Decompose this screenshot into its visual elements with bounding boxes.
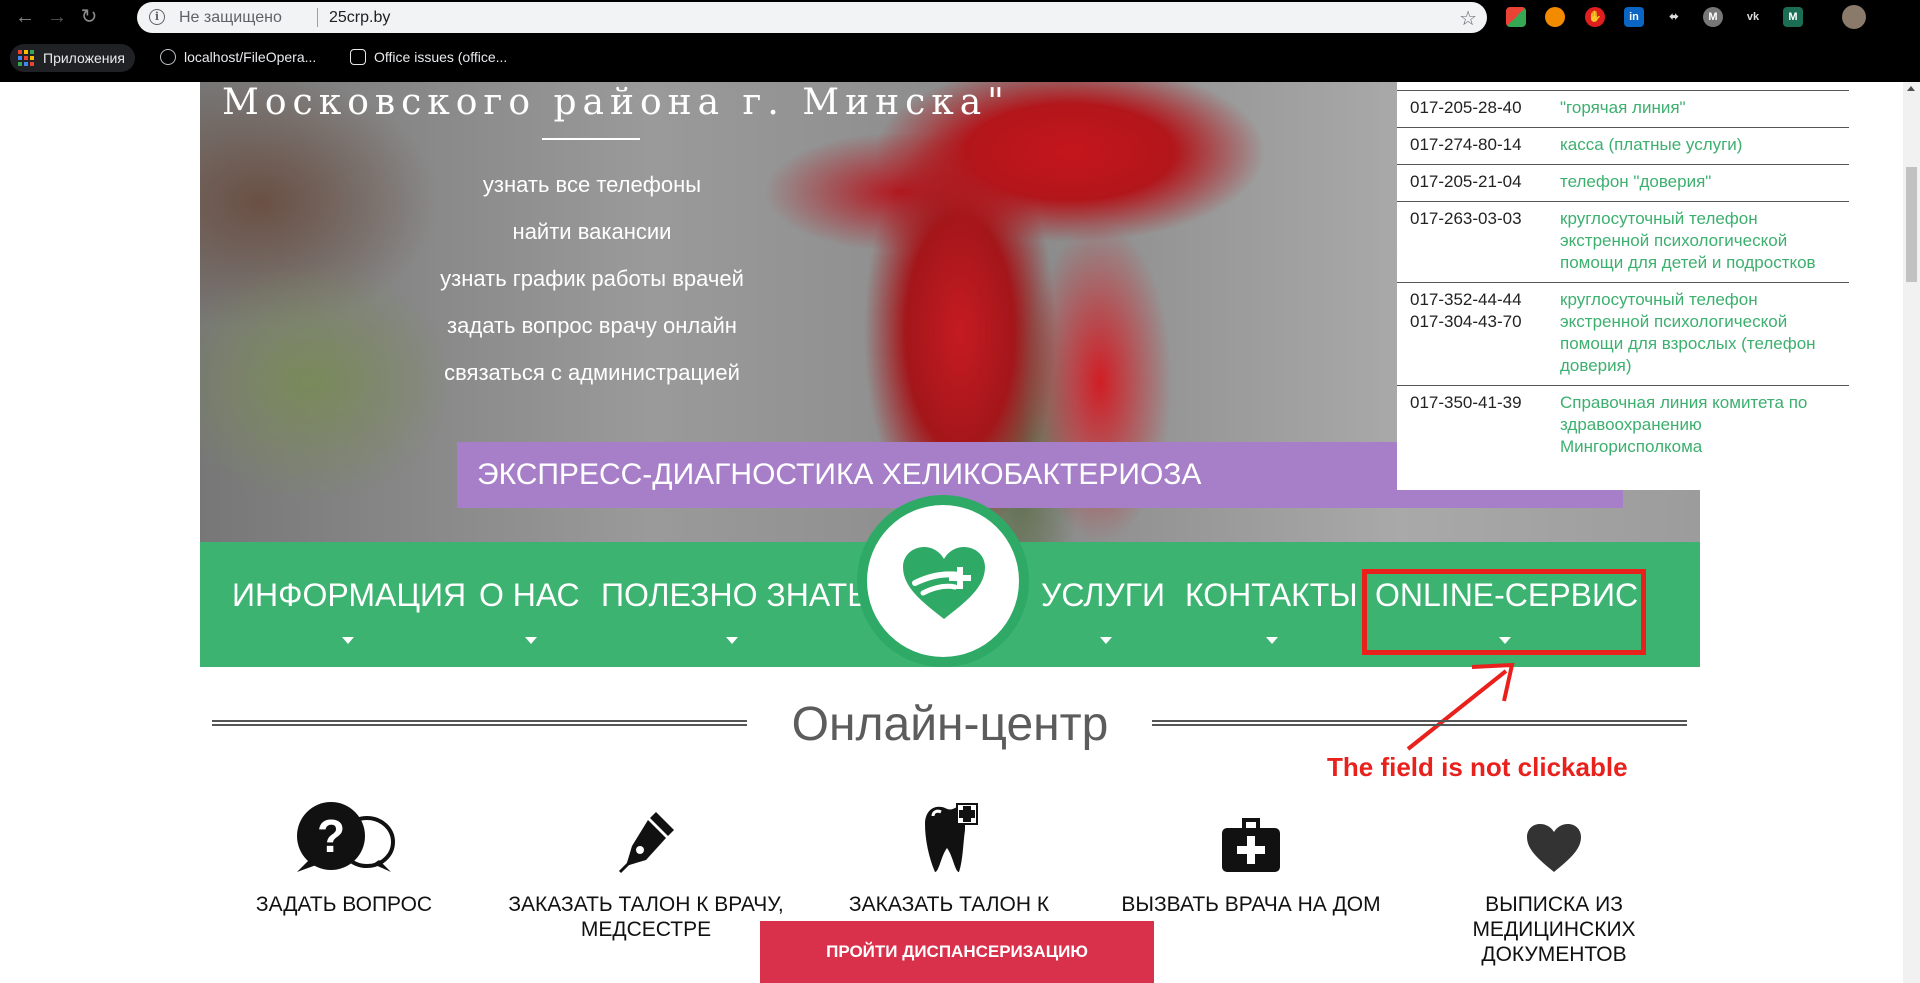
site-icon [350,49,366,65]
insecure-label: Не защищено [179,9,282,26]
phone-description: телефон "доверия" [1560,172,1712,191]
nav-useful[interactable]: ПОЛЕЗНО ЗНАТЬ [601,577,868,614]
address-bar[interactable]: i Не защищено 25crp.by ☆ [137,2,1487,33]
section-title: Онлайн-центр [791,698,1109,751]
extension-icon[interactable]: M [1703,7,1723,27]
phone-number[interactable]: 017-304-43-70 [1410,311,1522,333]
link-all-phones[interactable]: узнать все телефоны [292,172,892,198]
chevron-down-icon [1266,637,1278,644]
service-label: ВЫЗВАТЬ ВРАЧА НА ДОМ [1121,893,1381,916]
bookmarks-bar: Приложения localhost/FileOpera... Office… [0,35,1920,82]
svg-text:?: ? [317,810,345,862]
bookmark-label: Office issues (office... [374,49,508,65]
scroll-up-icon[interactable] [1907,86,1915,91]
phone-description: круглосуточный телефон экстренной психол… [1560,290,1816,375]
forward-arrow-icon[interactable]: → [46,6,68,28]
dispensary-exam-button[interactable]: ПРОЙТИ ДИСПАНСЕРИЗАЦИЮ [760,921,1154,983]
url-text[interactable]: 25crp.by [329,9,390,27]
phone-number[interactable]: 017-352-44-44 [1410,289,1522,311]
back-arrow-icon[interactable]: ← [14,6,36,28]
annotation-text: The field is not clickable [1327,752,1628,782]
phone-number[interactable]: 017-263-03-03 [1410,208,1522,230]
chevron-down-icon [1100,637,1112,644]
bookmark-localhost[interactable]: localhost/FileOpera... [160,49,316,65]
bookmark-apps[interactable]: Приложения [10,44,135,72]
linkedin-icon[interactable]: in [1624,7,1644,27]
browser-toolbar: ← → ↻ i Не защищено 25crp.by ☆ ✋ in ⬌ M … [0,0,1920,35]
bookmark-label: localhost/FileOpera... [184,49,317,65]
link-contact-admin[interactable]: связаться с администрацией [292,360,892,386]
phone-description: касса (платные услуги) [1560,135,1743,154]
phone-list-dropdown: 017-274-82-04 017-205-28-40 "горячая лин… [1397,82,1849,490]
phone-description: "горячая линия" [1560,98,1686,117]
service-label: ВЫПИСКА ИЗ МЕДИЦИНСКИХ ДОКУМЕНТОВ [1472,893,1636,966]
link-ask-doctor[interactable]: задать вопрос врачу онлайн [292,313,892,339]
divider [317,8,318,27]
extension-icon[interactable] [1545,7,1565,27]
extension-icon[interactable]: M [1783,7,1803,27]
heart-icon [1404,804,1704,874]
phone-row: 017-263-03-03 круглосуточный телефон экс… [1397,201,1849,282]
service-label: ЗАКАЗАТЬ ТАЛОН К ВРАЧУ, МЕДСЕСТРЕ [508,893,784,941]
apps-grid-icon [18,50,34,66]
info-icon[interactable]: i [149,9,165,25]
phone-row: 017-352-44-44 017-304-43-70 круглосуточн… [1397,282,1849,385]
divider [212,720,747,726]
phone-description: круглосуточный телефон экстренной психол… [1560,209,1816,272]
extension-icon[interactable]: ⬌ [1664,7,1684,27]
bookmark-star-icon[interactable]: ☆ [1459,6,1477,31]
phone-number[interactable]: 017-350-41-39 [1410,392,1522,414]
service-order-doctor-ticket[interactable]: ЗАКАЗАТЬ ТАЛОН К ВРАЧУ, МЕДСЕСТРЕ [496,804,796,942]
profile-avatar[interactable] [1842,5,1866,29]
service-label: ЗАДАТЬ ВОПРОС [255,893,433,916]
phone-number[interactable]: 017-205-28-40 [1410,97,1522,119]
phone-description: Справочная линия комитета по здравоохран… [1560,393,1808,456]
pen-icon [496,804,796,874]
annotation-arrow-icon [1406,662,1515,751]
nav-services[interactable]: УСЛУГИ [1041,577,1165,614]
nav-contacts[interactable]: КОНТАКТЫ [1185,577,1358,614]
phone-row: 017-274-82-04 [1397,82,1849,90]
link-vacancies[interactable]: найти вакансии [292,219,892,245]
heart-plus-logo-icon [903,547,985,619]
service-medical-documents[interactable]: ВЫПИСКА ИЗ МЕДИЦИНСКИХ ДОКУМЕНТОВ [1404,804,1704,967]
bookmark-office-issues[interactable]: Office issues (office... [350,49,507,65]
service-ask-question[interactable]: ? ЗАДАТЬ ВОПРОС [194,802,494,917]
annotation-highlight-box [1362,569,1646,655]
scroll-thumb[interactable] [1906,167,1917,282]
phone-row: 017-205-28-40 "горячая линия" [1397,90,1849,127]
chevron-down-icon [525,637,537,644]
phone-number[interactable]: 017-274-80-14 [1410,134,1522,156]
chevron-down-icon [342,637,354,644]
bookmark-label: Приложения [43,50,125,66]
nav-about[interactable]: О НАС [479,577,580,614]
tooth-icon [799,803,1099,874]
phone-number[interactable]: 017-205-21-04 [1410,171,1522,193]
medkit-icon [1101,804,1401,874]
nav-information[interactable]: ИНФОРМАЦИЯ [232,577,466,614]
vk-icon[interactable]: vk [1743,7,1763,27]
hero-banner: Московского района г. Минска" узнать все… [200,82,1849,542]
reload-icon[interactable]: ↻ [78,6,100,28]
title-underline [542,138,640,140]
site-logo[interactable] [857,495,1029,667]
hero-title: Московского района г. Минска" [222,82,1010,123]
phone-row: 017-274-80-14 касса (платные услуги) [1397,127,1849,164]
phone-row: 017-205-21-04 телефон "доверия" [1397,164,1849,201]
divider [1152,720,1687,726]
chevron-down-icon [726,637,738,644]
extension-icon[interactable]: ✋ [1585,7,1605,27]
question-bubble-icon: ? [194,802,494,874]
page-scrollbar[interactable] [1903,82,1920,983]
extension-icon[interactable] [1506,7,1526,27]
page-viewport: Московского района г. Минска" узнать все… [0,82,1920,983]
service-call-doctor-home[interactable]: ВЫЗВАТЬ ВРАЧА НА ДОМ [1101,804,1401,917]
link-doctor-schedule[interactable]: узнать график работы врачей [292,266,892,292]
phone-row: 017-350-41-39 Справочная линия комитета … [1397,385,1849,490]
globe-icon [160,49,176,65]
